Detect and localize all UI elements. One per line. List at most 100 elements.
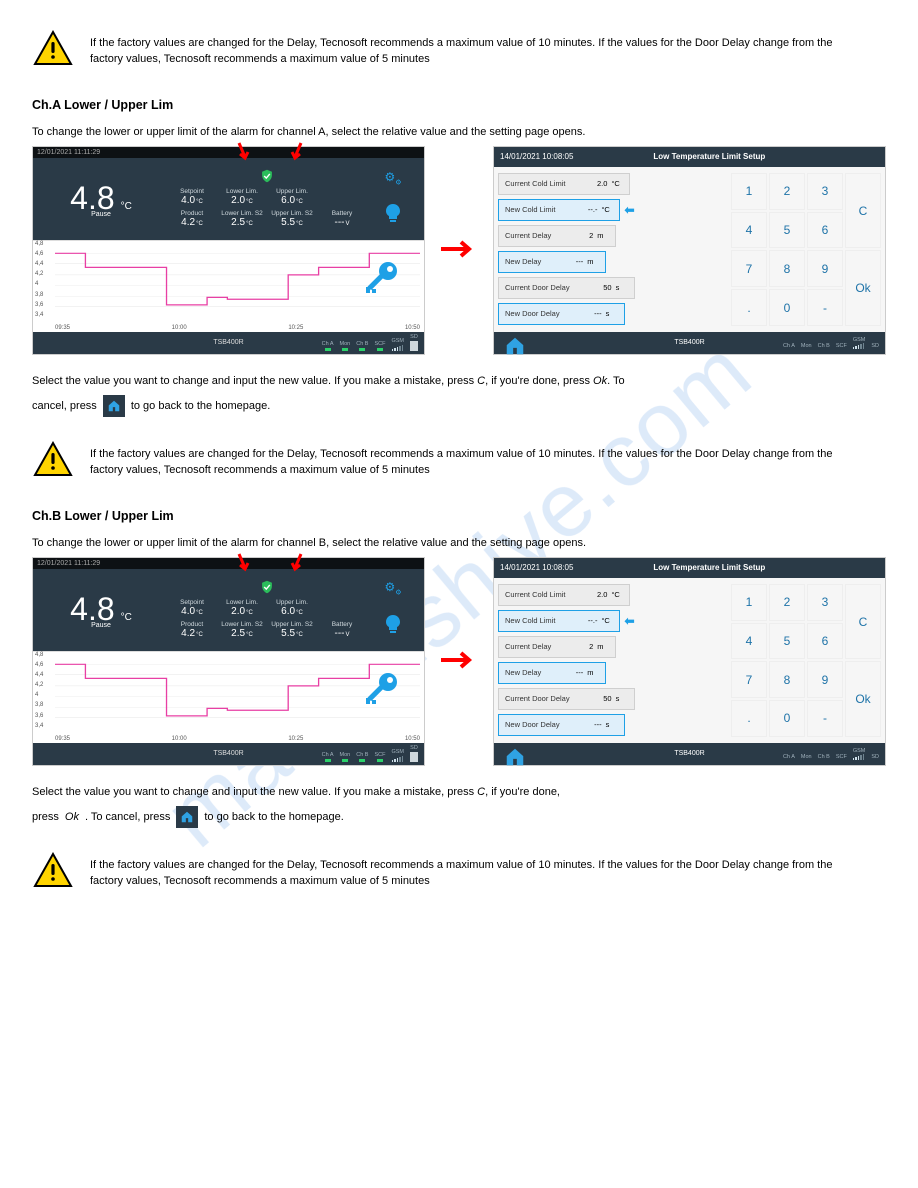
arrow-icon	[287, 552, 307, 574]
instr-text: Select the value you want to change and …	[32, 786, 474, 798]
keypad: 1 2 3 C 4 5 6 7 8 9 Ok . 0 -	[731, 584, 881, 737]
key-5[interactable]: 5	[769, 212, 805, 249]
left-screenshot: 12/01/2021 11:11:29 4.8°C Pause Setpoint…	[32, 146, 425, 355]
home-icon	[103, 395, 125, 417]
key-8[interactable]: 8	[769, 250, 805, 287]
instr-text: Select the value you want to change and …	[32, 375, 474, 387]
model-label: TSB400R	[213, 750, 243, 757]
bulb-icon[interactable]	[385, 203, 401, 228]
key-c: C	[477, 786, 485, 798]
chart: 4,84,64,44,243,83,63,4 09:3510:0010:2510…	[33, 240, 424, 332]
form-row[interactable]: New Delay---m	[498, 662, 606, 684]
section-desc: To change the lower or upper limit of th…	[32, 537, 886, 549]
warning-icon	[32, 852, 74, 888]
model-label: TSB400R	[213, 339, 243, 346]
arrow-icon	[439, 650, 479, 673]
instr-text: , if you're done,	[485, 786, 560, 798]
bulb-icon[interactable]	[385, 614, 401, 639]
form-row: Current Delay2m	[498, 636, 616, 658]
warning-text: If the factory values are changed for th…	[90, 30, 850, 68]
key-3[interactable]: 3	[807, 584, 843, 621]
key-4[interactable]: 4	[731, 623, 767, 660]
home-icon	[176, 806, 198, 828]
timestamp: 12/01/2021 11:11:29	[33, 558, 424, 569]
key-c[interactable]: C	[845, 584, 881, 660]
dialog-title: Low Temperature Limit Setup	[653, 152, 765, 161]
form-row[interactable]: New Cold Limit--.-°C	[498, 199, 620, 221]
key-2[interactable]: 2	[769, 584, 805, 621]
left-screenshot: 12/01/2021 11:11:29 4.8°C Pause Setpoint…	[32, 557, 425, 766]
key-8[interactable]: 8	[769, 661, 805, 698]
chart: 4,84,64,44,243,83,63,4 09:3510:0010:2510…	[33, 651, 424, 743]
key-ok[interactable]: Ok	[845, 661, 881, 737]
warning-text: If the factory values are changed for th…	[90, 852, 850, 890]
section-title: Ch.A Lower / Upper Lim	[32, 98, 886, 112]
form-row: Current Door Delay50s	[498, 688, 635, 710]
timestamp: 14/01/2021 10:08:05	[500, 563, 573, 572]
form-row[interactable]: New Door Delay---s	[498, 714, 625, 736]
key-6[interactable]: 6	[807, 212, 843, 249]
form-row[interactable]: New Delay---m	[498, 251, 606, 273]
key-7[interactable]: 7	[731, 250, 767, 287]
home-icon[interactable]	[504, 746, 526, 762]
gear-icon[interactable]: ⚙⚙	[384, 170, 401, 186]
key-9[interactable]: 9	[807, 661, 843, 698]
form-row[interactable]: New Door Delay---s	[498, 303, 625, 325]
temp-display: 4.8°C Pause	[33, 158, 169, 240]
section-title: Ch.B Lower / Upper Lim	[32, 509, 886, 523]
model-label: TSB400R	[674, 339, 704, 346]
arrow-icon	[233, 141, 253, 163]
value-grid[interactable]: Setpoint4.0°CLower Lim.2.0°CUpper Lim.6.…	[169, 158, 365, 240]
form-row: Current Door Delay50s	[498, 277, 635, 299]
warning-icon	[32, 441, 74, 477]
status-bar: Ch AMonCh BSCFGSMSD	[322, 334, 418, 351]
value-grid[interactable]: Setpoint4.0°CLower Lim.2.0°CUpper Lim.6.…	[169, 569, 365, 651]
instr-text: cancel, press	[32, 400, 97, 412]
key-ok[interactable]: Ok	[845, 250, 881, 326]
key-dot[interactable]: .	[731, 700, 767, 737]
key-4[interactable]: 4	[731, 212, 767, 249]
key-3[interactable]: 3	[807, 173, 843, 210]
right-screenshot: 14/01/2021 10:08:05 Low Temperature Limi…	[493, 146, 886, 355]
key-c[interactable]: C	[845, 173, 881, 249]
key-1[interactable]: 1	[731, 584, 767, 621]
warning-icon	[32, 30, 74, 66]
key-minus[interactable]: -	[807, 700, 843, 737]
status-bar: Ch AMonCh BSCFGSMSD	[783, 337, 879, 349]
key-icon[interactable]	[362, 668, 402, 711]
key-ok: Ok	[593, 375, 607, 387]
key-7[interactable]: 7	[731, 661, 767, 698]
status-bar: Ch AMonCh BSCFGSMSD	[783, 748, 879, 760]
instr-text: to go back to the homepage.	[204, 811, 343, 823]
instr-text: to go back to the homepage.	[131, 400, 270, 412]
arrow-icon	[439, 239, 479, 262]
home-icon[interactable]	[504, 335, 526, 351]
key-dot[interactable]: .	[731, 289, 767, 326]
timestamp: 14/01/2021 10:08:05	[500, 152, 573, 161]
key-minus[interactable]: -	[807, 289, 843, 326]
key-c: C	[477, 375, 485, 387]
key-6[interactable]: 6	[807, 623, 843, 660]
key-ok: Ok	[65, 811, 79, 823]
key-1[interactable]: 1	[731, 173, 767, 210]
keypad: 1 2 3 C 4 5 6 7 8 9 Ok . 0 -	[731, 173, 881, 326]
gear-icon[interactable]: ⚙⚙	[384, 580, 401, 596]
key-icon[interactable]	[362, 257, 402, 300]
instr-text: press	[32, 811, 59, 823]
key-5[interactable]: 5	[769, 623, 805, 660]
status-bar: Ch AMonCh BSCFGSMSD	[322, 745, 418, 762]
dialog-title: Low Temperature Limit Setup	[653, 563, 765, 572]
form-row[interactable]: New Cold Limit--.-°C	[498, 610, 620, 632]
key-2[interactable]: 2	[769, 173, 805, 210]
form-row: Current Cold Limit2.0°C	[498, 173, 630, 195]
timestamp: 12/01/2021 11:11:29	[33, 147, 424, 158]
key-0[interactable]: 0	[769, 700, 805, 737]
arrow-icon	[233, 552, 253, 574]
instr-text: . To	[607, 375, 625, 387]
model-label: TSB400R	[674, 750, 704, 757]
temp-display: 4.8°C Pause	[33, 569, 169, 651]
instr-text: , if you're done, press	[485, 375, 590, 387]
form-row: Current Delay2m	[498, 225, 616, 247]
key-9[interactable]: 9	[807, 250, 843, 287]
key-0[interactable]: 0	[769, 289, 805, 326]
